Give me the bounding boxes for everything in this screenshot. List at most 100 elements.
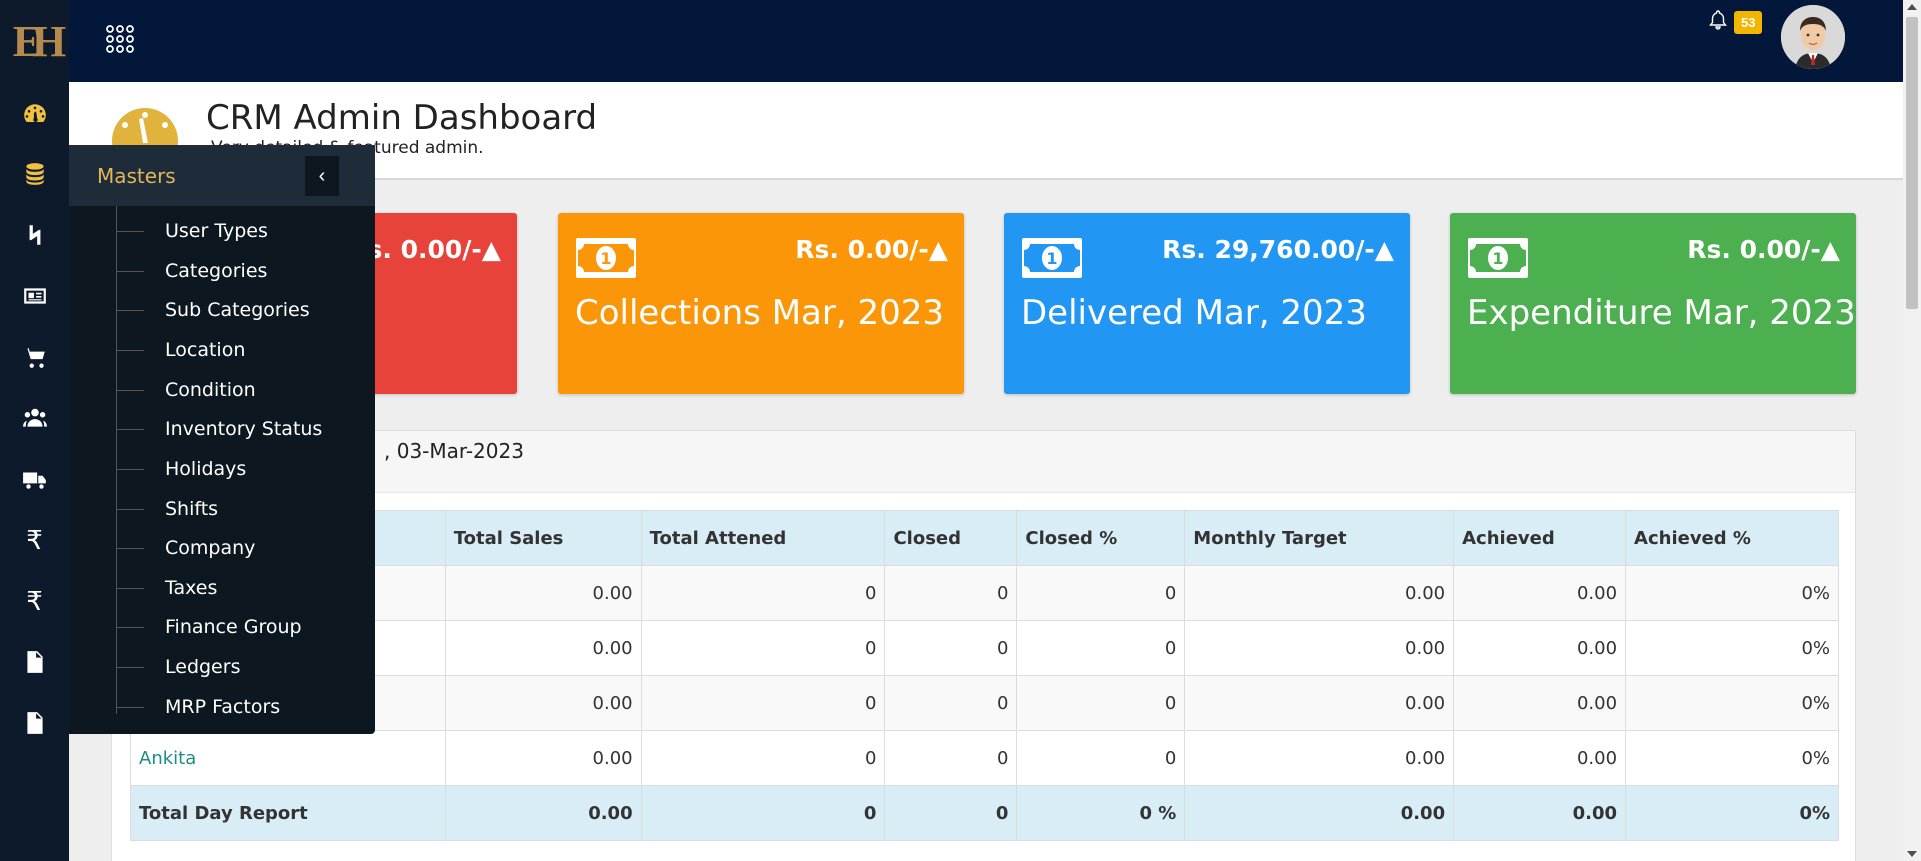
flyout-title: Masters [97,164,176,188]
file-icon[interactable] [0,703,69,743]
cart-icon[interactable] [0,337,69,377]
cell-closed-pct: 0 [1016,675,1186,731]
cell-closed-pct: 0 [1016,730,1186,786]
menu-item-inventory-status[interactable]: Inventory Status [116,409,322,449]
cell-total-attened: 0 [640,730,886,786]
money-icon: 1 [1022,238,1082,278]
menu-item-finance-group[interactable]: Finance Group [116,607,302,647]
card-label: Collections Mar, 2023 [575,293,944,333]
panel-title: , 03-Mar-2023 [384,439,524,463]
menu-item-holidays[interactable]: Holidays [116,449,246,489]
column-header[interactable]: Total Attened [640,510,886,566]
column-header[interactable]: Achieved % [1625,510,1839,566]
column-header[interactable]: Monthly Target [1184,510,1455,566]
sidebar: EH ₹ ₹ [0,0,69,861]
menu-item-shifts[interactable]: Shifts [116,489,218,529]
menu-item-ledgers[interactable]: Ledgers [116,647,240,687]
cell-achieved: 0.00 [1453,620,1627,676]
cell-total-attened: 0 [640,675,886,731]
card-amount: Rs. 0.00/-▲ [795,235,948,264]
column-header[interactable]: Achieved [1453,510,1627,566]
cell-closed-pct: 0 [1016,565,1186,621]
table-row: 0.00 0 0 0 0.00 0.00 0% [130,565,1839,621]
page-title: CRM Admin Dashboard [206,98,598,138]
cell-achieved: 0.00 [1453,565,1627,621]
scroll-up-arrow-icon[interactable] [1907,4,1917,10]
collapse-button[interactable]: ‹ [305,156,339,196]
cell-total-sales: 0.00 [444,785,642,841]
database-icon[interactable] [0,154,69,194]
menu-item-user-types[interactable]: User Types [116,211,268,251]
svg-text:1: 1 [600,249,611,268]
scroll-down-arrow-icon[interactable] [1907,851,1917,857]
cell-total-attened: 0 [640,785,886,841]
apps-grid-icon[interactable] [105,24,135,54]
id-card-icon[interactable] [0,276,69,316]
table-total-row: Total Day Report 0.00 0 0 0 % 0.00 0.00 … [130,785,1839,841]
cell-closed-pct: 0 % [1016,785,1186,841]
top-bar: 53 [69,0,1903,82]
cell-total-sales: 0.00 [444,620,642,676]
rupee-icon[interactable]: ₹ [0,520,69,560]
exchange-icon[interactable] [0,215,69,255]
menu-item-location[interactable]: Location [116,330,245,370]
menu-item-categories[interactable]: Categories [116,251,267,291]
cell-name: Total Day Report [130,785,446,841]
column-header[interactable]: Closed % [1016,510,1186,566]
menu-item-condition[interactable]: Condition [116,370,256,410]
cell-achieved-pct: 0% [1625,620,1839,676]
avatar[interactable] [1781,5,1845,69]
vertical-scrollbar[interactable] [1903,0,1921,861]
bell-icon[interactable] [1709,10,1727,30]
cell-closed: 0 [884,565,1018,621]
cell-name[interactable]: Ankita [130,730,446,786]
cell-total-attened: 0 [640,620,886,676]
table-row: 0.00 0 0 0 0.00 0.00 0% [130,620,1839,676]
cell-closed: 0 [884,675,1018,731]
flyout-header: Masters ‹ [69,145,375,206]
cell-achieved-pct: 0% [1625,565,1839,621]
cell-achieved: 0.00 [1453,675,1627,731]
table-row: Ankita 0.00 0 0 0 0.00 0.00 0% [130,730,1839,786]
card-amount: Rs. 0.00/-▲ [1687,235,1840,264]
rupee-icon[interactable]: ₹ [0,581,69,621]
stat-card-collections[interactable]: 1 Rs. 0.00/-▲ Collections Mar, 2023 [558,213,964,394]
stat-card-delivered[interactable]: 1 Rs. 29,760.00/-▲ Delivered Mar, 2023 [1004,213,1410,394]
truck-icon[interactable] [0,459,69,499]
cell-total-sales: 0.00 [444,730,642,786]
cell-achieved: 0.00 [1453,730,1627,786]
cell-achieved: 0.00 [1453,785,1627,841]
cell-monthly-target: 0.00 [1184,730,1455,786]
cell-total-attened: 0 [640,565,886,621]
dashboard-icon[interactable] [0,94,69,134]
cell-total-sales: 0.00 [444,675,642,731]
notification-badge[interactable]: 53 [1734,11,1763,34]
cell-achieved-pct: 0% [1625,730,1839,786]
cell-achieved-pct: 0% [1625,675,1839,731]
menu-item-sub-categories[interactable]: Sub Categories [116,290,310,330]
cell-monthly-target: 0.00 [1184,675,1455,731]
cell-total-sales: 0.00 [444,565,642,621]
file-icon[interactable] [0,642,69,682]
column-header[interactable]: Closed [884,510,1018,566]
table-header-row: Total Sales Total Attened Closed Closed … [130,510,1839,566]
cell-closed-pct: 0 [1016,620,1186,676]
logo[interactable]: EH [0,0,69,82]
chevron-left-icon: ‹ [318,164,326,187]
cell-closed: 0 [884,785,1018,841]
stat-card-expenditure[interactable]: 1 Rs. 0.00/-▲ Expenditure Mar, 2023 [1450,213,1856,394]
card-label: Delivered Mar, 2023 [1021,293,1367,333]
menu-item-mrp-factors[interactable]: MRP Factors [116,687,280,727]
menu-item-taxes[interactable]: Taxes [116,568,217,608]
table-row: 0.00 0 0 0 0.00 0.00 0% [130,675,1839,731]
svg-text:1: 1 [1046,249,1057,268]
column-header[interactable]: Total Sales [444,510,642,566]
masters-flyout-menu: Masters ‹ User Types Categories Sub Cate… [69,145,375,734]
cell-monthly-target: 0.00 [1184,785,1455,841]
users-icon[interactable] [0,398,69,438]
card-label: Expenditure Mar, 2023 [1467,293,1856,333]
scroll-thumb[interactable] [1906,17,1918,309]
cell-monthly-target: 0.00 [1184,565,1455,621]
menu-item-company[interactable]: Company [116,528,255,568]
logo-text: EH [12,16,66,66]
